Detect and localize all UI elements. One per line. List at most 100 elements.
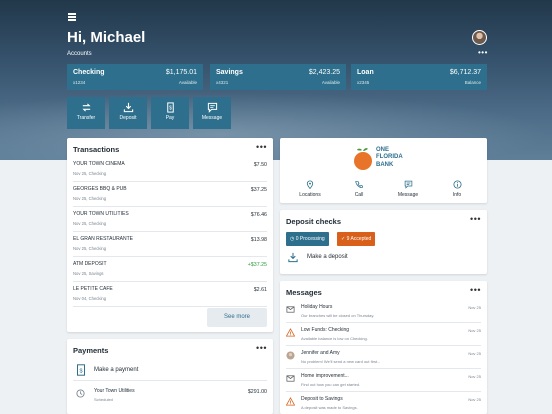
transaction-name: ATM DEPOSIT	[73, 261, 107, 267]
transaction-row[interactable]: GEORGES BBQ & PUB Nov 25, Checking $37.2…	[73, 183, 267, 207]
account-tile-loan[interactable]: Loan x2345 $6,712.37 Balance	[351, 64, 487, 90]
transaction-amount: $76.46	[250, 212, 267, 218]
bank-message-label: Message	[397, 192, 419, 198]
deposit-icon	[123, 102, 133, 113]
bank-name-line1: ONE	[376, 147, 390, 153]
transfer-button[interactable]: Transfer	[67, 97, 105, 129]
transaction-amount: $13.98	[250, 237, 267, 243]
account-tile-checking[interactable]: Checking x1234 $1,175.01 Available	[67, 64, 203, 90]
call-label: Call	[354, 192, 364, 198]
message-title: Deposit to Savings	[301, 396, 343, 402]
account-name: Loan	[357, 69, 374, 76]
bank-name: ONE FLORIDA BANK	[376, 147, 403, 169]
message-title: Low Funds: Checking	[301, 327, 350, 333]
location-pin-icon	[306, 180, 314, 189]
message-title: Home improvement...	[301, 373, 349, 379]
message-row[interactable]: Jennifer and Amy No problem! We'll send …	[286, 347, 481, 369]
warning-icon	[286, 328, 295, 337]
message-row[interactable]: Home improvement... Find out how you can…	[286, 370, 481, 392]
deposit-icon	[288, 252, 298, 263]
transaction-name: GEORGES BBQ & PUB	[73, 186, 127, 192]
orange-logo-icon	[354, 148, 372, 170]
bank-logo: ONE FLORIDA BANK	[353, 147, 403, 178]
transaction-date: Nov 25, Checking	[73, 171, 107, 176]
transaction-name: EL GRAN RESTAURANTE	[73, 236, 134, 242]
account-number: x1234	[73, 80, 86, 85]
deposit-checks-more-button[interactable]: •••	[470, 214, 481, 224]
accepted-label: 9 Accepted	[346, 236, 372, 242]
bank-message-button[interactable]: Message	[393, 180, 423, 198]
transactions-title: Transactions	[73, 145, 120, 154]
account-name: Checking	[73, 69, 105, 76]
deposit-button[interactable]: Deposit	[109, 97, 147, 129]
transactions-more-button[interactable]: •••	[256, 142, 267, 152]
transaction-name: YOUR TOWN CINEMA	[73, 161, 125, 167]
locations-button[interactable]: Locations	[295, 180, 325, 198]
payments-card: Payments ••• $ Make a payment Your Town …	[67, 339, 273, 414]
transaction-row[interactable]: YOUR TOWN UTILITIES Nov 25, Checking $76…	[73, 208, 267, 232]
account-amount: $2,423.25	[308, 69, 340, 76]
pay-icon: $	[77, 364, 85, 376]
message-row[interactable]: Deposit to Savings A deposit was made to…	[286, 393, 481, 414]
message-preview: Available balance is low on Checking.	[301, 336, 368, 341]
account-amount: $6,712.37	[449, 69, 481, 76]
message-title: Jennifer and Amy	[301, 350, 340, 356]
bank-card: ONE FLORIDA BANK Locations Call Message …	[280, 138, 487, 203]
message-row[interactable]: Holiday Hours Our branches will be close…	[286, 301, 481, 323]
account-name: Savings	[216, 69, 243, 76]
processing-label: 0 Processing	[295, 236, 325, 242]
make-payment-button[interactable]: $ Make a payment	[73, 361, 267, 381]
pay-icon: $	[166, 102, 174, 113]
info-icon	[452, 180, 462, 189]
pay-button[interactable]: $ Pay	[151, 97, 189, 129]
accepted-chip[interactable]: ✓ 9 Accepted	[337, 232, 376, 246]
message-icon	[404, 180, 412, 189]
transaction-row[interactable]: YOUR TOWN CINEMA Nov 25, Checking $7.50	[73, 158, 267, 182]
message-icon	[207, 102, 217, 113]
transaction-amount: $7.50	[253, 162, 267, 168]
transaction-date: Nov 25, Checking	[73, 196, 107, 201]
see-more-button[interactable]: See more	[207, 308, 267, 327]
message-date: Nov 25	[468, 328, 481, 333]
make-deposit-label: Make a deposit	[307, 254, 348, 260]
transaction-row[interactable]: LE PETITE CAFE Nov 04, Checking $2.61	[73, 283, 267, 307]
accounts-more-button[interactable]: •••	[478, 48, 488, 57]
message-preview: No problem! We'll send a new card out fi…	[301, 359, 381, 364]
menu-icon[interactable]	[68, 13, 76, 21]
call-button[interactable]: Call	[344, 180, 374, 198]
make-deposit-button[interactable]: Make a deposit	[286, 250, 436, 266]
payment-status: Scheduled	[94, 397, 113, 402]
payment-row[interactable]: Your Town Utilities Scheduled $291.00	[73, 385, 267, 407]
account-number: x2345	[357, 80, 370, 85]
message-preview: Find out how you can get started.	[301, 382, 361, 387]
messages-title: Messages	[286, 288, 322, 297]
deposit-checks-card: Deposit checks ••• ◷ 0 Processing ✓ 9 Ac…	[280, 210, 487, 274]
account-amount: $1,175.01	[165, 69, 197, 76]
transaction-name: LE PETITE CAFE	[73, 286, 113, 292]
transaction-amount: +$37.25	[247, 262, 267, 268]
transaction-amount: $2.61	[253, 287, 267, 293]
account-tile-savings[interactable]: Savings x4321 $2,423.25 Available	[210, 64, 346, 90]
envelope-icon	[286, 306, 295, 313]
transaction-amount: $37.25	[250, 187, 267, 193]
make-payment-label: Make a payment	[94, 367, 139, 373]
envelope-icon	[286, 375, 295, 382]
accounts-label: Accounts	[67, 51, 92, 57]
transaction-row[interactable]: ATM DEPOSIT Nov 25, Savings +$37.25	[73, 258, 267, 282]
transaction-date: Nov 25, Checking	[73, 221, 107, 226]
message-row[interactable]: Low Funds: Checking Available balance is…	[286, 324, 481, 346]
info-button[interactable]: Info	[442, 180, 472, 198]
deposit-checks-title: Deposit checks	[286, 217, 342, 226]
transactions-card: Transactions ••• YOUR TOWN CINEMA Nov 25…	[67, 138, 273, 332]
payments-more-button[interactable]: •••	[256, 343, 267, 353]
message-button[interactable]: Message	[193, 97, 231, 129]
avatar[interactable]	[472, 30, 487, 45]
processing-chip[interactable]: ◷ 0 Processing	[286, 232, 329, 246]
messages-more-button[interactable]: •••	[470, 285, 481, 295]
transaction-row[interactable]: EL GRAN RESTAURANTE Nov 25, Checking $13…	[73, 233, 267, 257]
message-label: Message	[201, 115, 223, 121]
svg-text:$: $	[79, 368, 82, 374]
message-date: Nov 25	[468, 305, 481, 310]
info-label: Info	[452, 192, 462, 198]
account-amount-label: Available	[178, 80, 197, 85]
